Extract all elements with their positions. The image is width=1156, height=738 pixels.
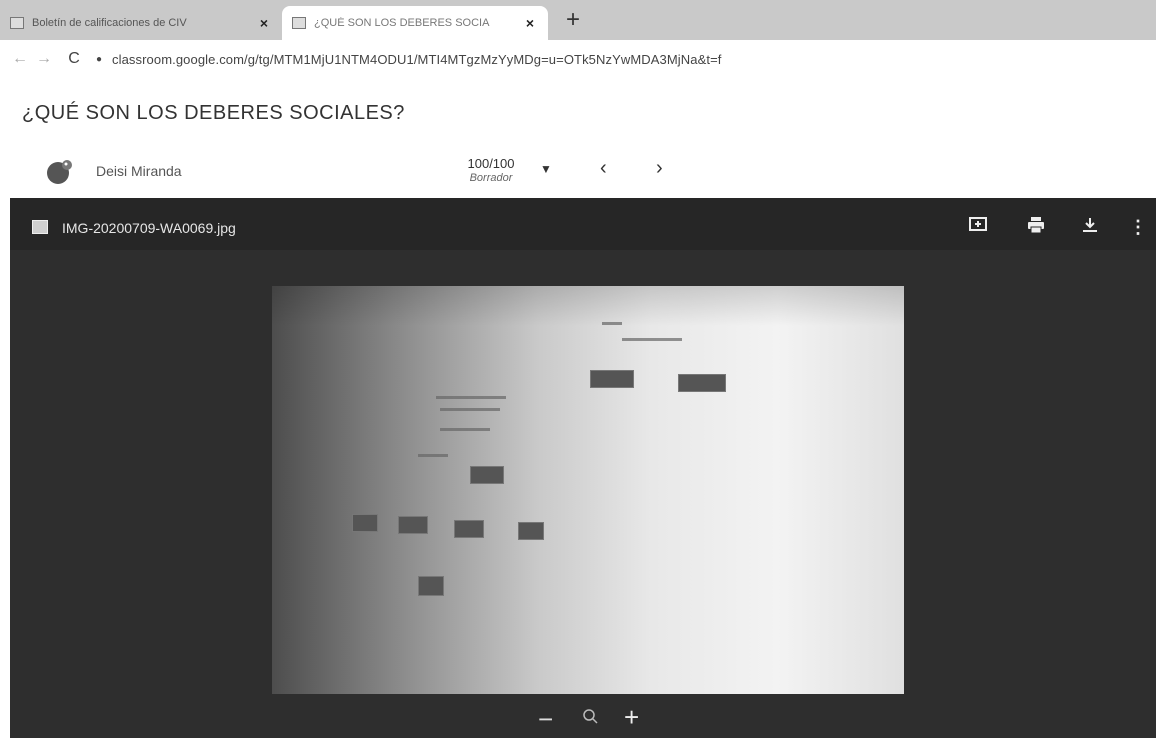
- assignment-title: ¿QUÉ SON LOS DEBERES SOCIALES?: [22, 102, 405, 124]
- file-viewer: IMG-20200709-WA0069.jpg ⋮ − +: [10, 198, 1156, 738]
- photo-thumbnail: [398, 516, 428, 534]
- photo-thumbnail: [352, 514, 378, 532]
- handwriting-line: [440, 408, 500, 411]
- handwriting-line: [418, 454, 448, 457]
- more-vert-icon[interactable]: ⋮: [1126, 216, 1150, 238]
- previous-student-icon[interactable]: ‹: [600, 157, 607, 180]
- browser-tab-strip: Boletín de calificaciones de CIV × ¿QUÉ …: [0, 0, 1156, 40]
- grade-box[interactable]: 100/100 Borrador: [456, 156, 526, 184]
- back-arrow-icon[interactable]: ←: [8, 50, 32, 68]
- handwriting-line: [602, 322, 622, 325]
- photo-thumbnail: [518, 522, 544, 540]
- zoom-in-icon[interactable]: +: [624, 702, 639, 733]
- avatar[interactable]: [46, 158, 74, 184]
- address-bar: ← → C ● classroom.google.com/g/tg/MTM1Mj…: [0, 40, 1156, 78]
- image-file-icon: [32, 220, 48, 234]
- photo-thumbnail: [678, 374, 726, 392]
- grade-value[interactable]: 100/100: [456, 156, 526, 171]
- zoom-out-icon[interactable]: −: [538, 704, 553, 735]
- forward-arrow-icon[interactable]: →: [32, 50, 56, 68]
- lock-icon[interactable]: ●: [96, 54, 112, 65]
- add-comment-icon[interactable]: [966, 216, 990, 238]
- new-tab-button[interactable]: +: [560, 8, 586, 34]
- url-field[interactable]: classroom.google.com/g/tg/MTM1MjU1NTM4OD…: [112, 52, 722, 67]
- handwriting-line: [440, 428, 490, 431]
- download-icon[interactable]: [1078, 216, 1102, 238]
- print-icon[interactable]: [1024, 216, 1048, 238]
- reload-icon[interactable]: C: [62, 50, 86, 68]
- zoom-controls: − +: [10, 698, 1156, 738]
- tab-assignment[interactable]: ¿QUÉ SON LOS DEBERES SOCIA ×: [282, 6, 548, 40]
- tab-title: Boletín de calificaciones de CIV: [32, 17, 187, 29]
- grade-dropdown-icon[interactable]: ▼: [540, 162, 552, 176]
- close-tab-icon[interactable]: ×: [522, 15, 538, 31]
- zoom-icon[interactable]: [582, 708, 598, 729]
- viewer-header: IMG-20200709-WA0069.jpg ⋮: [10, 198, 1156, 250]
- tab-title: ¿QUÉ SON LOS DEBERES SOCIA: [314, 17, 490, 29]
- next-student-icon[interactable]: ›: [656, 157, 663, 180]
- student-name[interactable]: Deisi Miranda: [96, 163, 182, 179]
- file-name: IMG-20200709-WA0069.jpg: [62, 220, 236, 236]
- submitted-photo: [272, 286, 904, 694]
- photo-thumbnail: [418, 576, 444, 596]
- close-tab-icon[interactable]: ×: [256, 15, 272, 31]
- student-bar: Deisi Miranda 100/100 Borrador ▼ ‹ ›: [0, 148, 1156, 194]
- grade-status: Borrador: [469, 172, 513, 184]
- photo-thumbnail: [454, 520, 484, 538]
- classroom-favicon-icon: [292, 17, 306, 29]
- photo-shadow: [272, 286, 904, 326]
- tab-report-card[interactable]: Boletín de calificaciones de CIV ×: [0, 6, 282, 40]
- photo-thumbnail: [470, 466, 504, 484]
- classroom-favicon-icon: [10, 17, 24, 29]
- handwriting-line: [436, 396, 506, 399]
- photo-thumbnail: [590, 370, 634, 388]
- handwriting-line: [622, 338, 682, 341]
